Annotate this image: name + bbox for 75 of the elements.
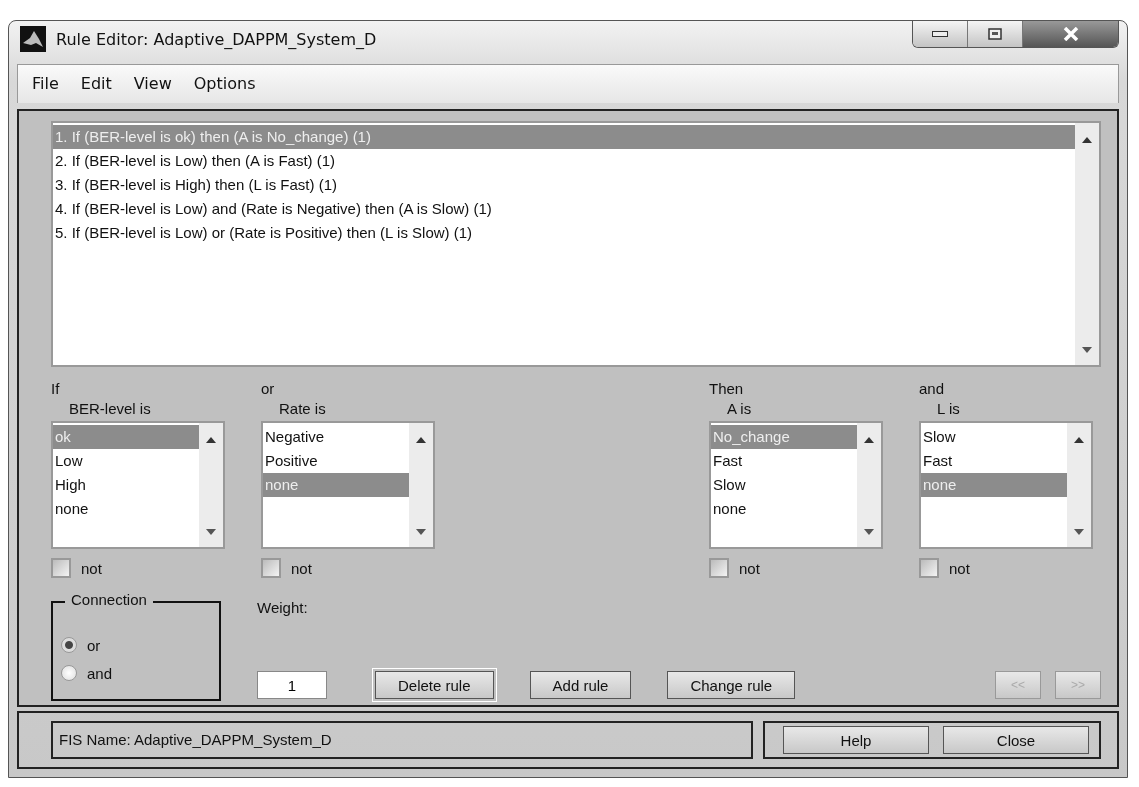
group-title: Connection	[65, 591, 153, 608]
variable-label: BER-level is	[68, 399, 152, 419]
radio-label: and	[87, 664, 113, 682]
not-checkbox[interactable]	[919, 558, 939, 578]
not-checkbox[interactable]	[709, 558, 729, 578]
action-button[interactable]: Change rule	[667, 671, 796, 699]
footer-button[interactable]: Close	[943, 726, 1089, 754]
list-item[interactable]: none	[711, 497, 857, 521]
close-button[interactable]	[1023, 21, 1118, 47]
variable-label: A is	[726, 399, 753, 419]
list-item[interactable]: Slow	[921, 425, 1067, 449]
action-button[interactable]: Delete rule	[375, 671, 494, 699]
rule-item[interactable]: 4. If (BER-level is Low) and (Rate is Negative) then (A is Slow) (1)	[53, 197, 1075, 221]
scrollbar[interactable]	[409, 423, 433, 547]
list-item[interactable]: Positive	[263, 449, 409, 473]
status-text: FIS Name: Adaptive_DAPPM_System_D	[51, 721, 753, 759]
scroll-down-icon	[1082, 347, 1092, 353]
checkbox-label: not	[291, 559, 312, 577]
rule-item[interactable]: 5. If (BER-level is Low) or (Rate is Positive) then (L is Slow) (1)	[53, 221, 1075, 245]
menu-item[interactable]: View	[133, 74, 172, 94]
menu-item[interactable]: Edit	[80, 74, 112, 94]
menu-item[interactable]: File	[32, 74, 59, 94]
scrollbar[interactable]	[857, 423, 881, 547]
radio-button[interactable]	[61, 665, 77, 681]
variable-label: Rate is	[278, 399, 327, 419]
scroll-up-icon	[206, 437, 216, 443]
menu-item[interactable]: Options	[193, 74, 256, 94]
minimize-button[interactable]	[913, 21, 968, 47]
not-checkbox[interactable]	[51, 558, 71, 578]
maximize-button[interactable]	[968, 21, 1023, 47]
footer-button[interactable]: Help	[783, 726, 929, 754]
scroll-up-icon	[416, 437, 426, 443]
scroll-down-icon	[416, 529, 426, 535]
radio-label: or	[87, 636, 101, 654]
list-item[interactable]: High	[53, 473, 199, 497]
minimize-icon	[932, 31, 948, 37]
weight-label: Weight:	[257, 599, 309, 616]
checkbox-label: not	[739, 559, 760, 577]
connective-label: or	[261, 379, 276, 399]
list-item[interactable]: Fast	[711, 449, 857, 473]
scroll-down-icon	[1074, 529, 1084, 535]
scroll-down-icon	[864, 529, 874, 535]
rule-list[interactable]	[51, 121, 1101, 367]
scroll-up-icon	[864, 437, 874, 443]
list-item[interactable]: Negative	[263, 425, 409, 449]
checkbox-label: not	[949, 559, 970, 577]
listbox[interactable]: ok Low High none	[51, 421, 225, 549]
scrollbar[interactable]	[199, 423, 223, 547]
maximize-icon	[988, 28, 1002, 40]
window-title: Rule Editor: Adaptive_DAPPM_System_D	[56, 29, 377, 49]
radio-button[interactable]	[61, 637, 77, 653]
list-item[interactable]: Low	[53, 449, 199, 473]
list-item[interactable]: none	[53, 497, 199, 521]
app-logo-icon	[20, 26, 46, 53]
scroll-up-icon	[1082, 137, 1092, 143]
not-checkbox[interactable]	[261, 558, 281, 578]
scrollbar[interactable]	[1075, 123, 1099, 365]
list-item[interactable]: Fast	[921, 449, 1067, 473]
connective-label: If	[51, 379, 61, 399]
connective-label: Then	[709, 379, 745, 399]
listbox[interactable]: Negative Positive none	[261, 421, 435, 549]
action-button[interactable]: Add rule	[529, 671, 632, 699]
scrollbar[interactable]	[1067, 423, 1091, 547]
listbox[interactable]: No_change Fast Slow none	[709, 421, 883, 549]
list-item[interactable]: Slow	[711, 473, 857, 497]
checkbox-label: not	[81, 559, 102, 577]
scroll-down-icon	[206, 529, 216, 535]
weight-field[interactable]: 1	[257, 671, 327, 699]
connective-label: and	[919, 379, 946, 399]
close-icon	[1062, 27, 1079, 41]
rule-item[interactable]: 3. If (BER-level is High) then (L is Fast) (1)	[53, 173, 1075, 197]
variable-label: L is	[936, 399, 961, 419]
scroll-up-icon	[1074, 437, 1084, 443]
rule-item[interactable]: 2. If (BER-level is Low) then (A is Fast) (1)	[53, 149, 1075, 173]
listbox[interactable]: Slow Fast none	[919, 421, 1093, 549]
